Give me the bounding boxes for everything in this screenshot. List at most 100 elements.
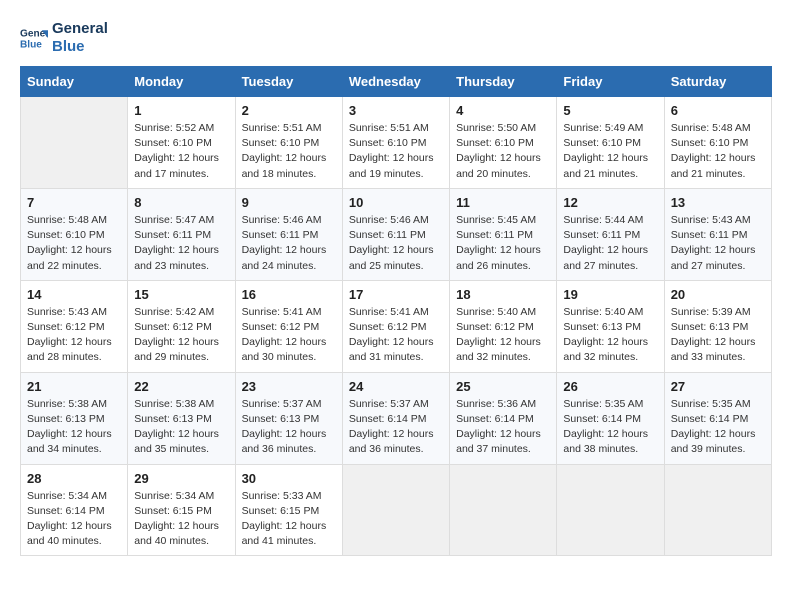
calendar-cell: 8Sunrise: 5:47 AM Sunset: 6:11 PM Daylig…	[128, 188, 235, 280]
day-number: 27	[671, 379, 765, 394]
calendar-cell: 7 Sunrise: 5:48 AM Sunset: 6:10 PM Daylig…	[21, 188, 128, 280]
day-number: 23	[242, 379, 336, 394]
svg-text:Blue: Blue	[20, 39, 42, 50]
calendar-week-row: 1Sunrise: 5:52 AM Sunset: 6:10 PM Daylig…	[21, 97, 772, 189]
day-info: Sunrise: 5:50 AM Sunset: 6:10 PM Dayligh…	[456, 121, 550, 182]
weekday-header-saturday: Saturday	[664, 67, 771, 97]
calendar-week-row: 21 Sunrise: 5:38 AM Sunset: 6:13 PM Dayli…	[21, 372, 772, 464]
calendar-cell: 21 Sunrise: 5:38 AM Sunset: 6:13 PM Dayli…	[21, 372, 128, 464]
calendar-cell: 30 Sunrise: 5:33 AM Sunset: 6:15 PM Dayli…	[235, 464, 342, 556]
day-number: 16	[242, 287, 336, 302]
day-info: Sunrise: 5:41 AM Sunset: 6:12 PM Dayligh…	[349, 305, 443, 366]
calendar-cell: 22Sunrise: 5:38 AM Sunset: 6:13 PM Dayli…	[128, 372, 235, 464]
day-number: 17	[349, 287, 443, 302]
day-info: Sunrise: 5:33 AM Sunset: 6:15 PM Dayligh…	[242, 489, 336, 550]
day-number: 25	[456, 379, 550, 394]
calendar-cell	[21, 97, 128, 189]
day-info: Sunrise: 5:51 AM Sunset: 6:10 PM Dayligh…	[349, 121, 443, 182]
calendar-cell	[342, 464, 449, 556]
day-info: Sunrise: 5:40 AM Sunset: 6:13 PM Dayligh…	[563, 305, 657, 366]
day-info: Sunrise: 5:46 AM Sunset: 6:11 PM Dayligh…	[349, 213, 443, 274]
day-number: 18	[456, 287, 550, 302]
day-info: Sunrise: 5:44 AM Sunset: 6:11 PM Dayligh…	[563, 213, 657, 274]
day-number: 28	[27, 471, 121, 486]
day-number: 30	[242, 471, 336, 486]
calendar-cell: 29 Sunrise: 5:34 AM Sunset: 6:15 PM Dayli…	[128, 464, 235, 556]
calendar-cell	[450, 464, 557, 556]
day-info: Sunrise: 5:35 AM Sunset: 6:14 PM Dayligh…	[563, 397, 657, 458]
calendar-cell: 6Sunrise: 5:48 AM Sunset: 6:10 PM Daylig…	[664, 97, 771, 189]
calendar-cell: 18 Sunrise: 5:40 AM Sunset: 6:12 PM Dayli…	[450, 280, 557, 372]
day-number: 9	[242, 195, 336, 210]
calendar-cell: 3Sunrise: 5:51 AM Sunset: 6:10 PM Daylig…	[342, 97, 449, 189]
calendar-cell: 9 Sunrise: 5:46 AM Sunset: 6:11 PM Daylig…	[235, 188, 342, 280]
day-number: 13	[671, 195, 765, 210]
calendar-cell: 13 Sunrise: 5:43 AM Sunset: 6:11 PM Dayli…	[664, 188, 771, 280]
day-info: Sunrise: 5:48 AM Sunset: 6:10 PM Dayligh…	[671, 121, 765, 182]
calendar-cell	[557, 464, 664, 556]
weekday-header-monday: Monday	[128, 67, 235, 97]
day-info: Sunrise: 5:34 AM Sunset: 6:15 PM Dayligh…	[134, 489, 228, 550]
calendar-cell: 5 Sunrise: 5:49 AM Sunset: 6:10 PM Daylig…	[557, 97, 664, 189]
day-info: Sunrise: 5:39 AM Sunset: 6:13 PM Dayligh…	[671, 305, 765, 366]
day-number: 2	[242, 103, 336, 118]
day-info: Sunrise: 5:49 AM Sunset: 6:10 PM Dayligh…	[563, 121, 657, 182]
day-info: Sunrise: 5:42 AM Sunset: 6:12 PM Dayligh…	[134, 305, 228, 366]
logo-text-line1: General	[52, 20, 108, 38]
calendar-cell: 14Sunrise: 5:43 AM Sunset: 6:12 PM Dayli…	[21, 280, 128, 372]
calendar-cell: 17 Sunrise: 5:41 AM Sunset: 6:12 PM Dayli…	[342, 280, 449, 372]
logo-text-line2: Blue	[52, 38, 108, 56]
calendar-cell: 26Sunrise: 5:35 AM Sunset: 6:14 PM Dayli…	[557, 372, 664, 464]
day-info: Sunrise: 5:41 AM Sunset: 6:12 PM Dayligh…	[242, 305, 336, 366]
calendar-cell: 12 Sunrise: 5:44 AM Sunset: 6:11 PM Dayli…	[557, 188, 664, 280]
weekday-header-wednesday: Wednesday	[342, 67, 449, 97]
day-number: 4	[456, 103, 550, 118]
day-number: 20	[671, 287, 765, 302]
day-info: Sunrise: 5:46 AM Sunset: 6:11 PM Dayligh…	[242, 213, 336, 274]
calendar-week-row: 28 Sunrise: 5:34 AM Sunset: 6:14 PM Dayli…	[21, 464, 772, 556]
day-number: 15	[134, 287, 228, 302]
day-number: 1	[134, 103, 228, 118]
calendar-cell: 15 Sunrise: 5:42 AM Sunset: 6:12 PM Dayli…	[128, 280, 235, 372]
day-info: Sunrise: 5:37 AM Sunset: 6:13 PM Dayligh…	[242, 397, 336, 458]
weekday-header-sunday: Sunday	[21, 67, 128, 97]
calendar-cell: 11 Sunrise: 5:45 AM Sunset: 6:11 PM Dayli…	[450, 188, 557, 280]
day-info: Sunrise: 5:45 AM Sunset: 6:11 PM Dayligh…	[456, 213, 550, 274]
day-info: Sunrise: 5:48 AM Sunset: 6:10 PM Dayligh…	[27, 213, 121, 274]
day-info: Sunrise: 5:35 AM Sunset: 6:14 PM Dayligh…	[671, 397, 765, 458]
calendar-cell: 16 Sunrise: 5:41 AM Sunset: 6:12 PM Dayli…	[235, 280, 342, 372]
day-info: Sunrise: 5:43 AM Sunset: 6:11 PM Dayligh…	[671, 213, 765, 274]
calendar-cell: 1Sunrise: 5:52 AM Sunset: 6:10 PM Daylig…	[128, 97, 235, 189]
calendar-cell: 4 Sunrise: 5:50 AM Sunset: 6:10 PM Daylig…	[450, 97, 557, 189]
calendar-table: SundayMondayTuesdayWednesdayThursdayFrid…	[20, 66, 772, 556]
day-info: Sunrise: 5:51 AM Sunset: 6:10 PM Dayligh…	[242, 121, 336, 182]
day-info: Sunrise: 5:38 AM Sunset: 6:13 PM Dayligh…	[134, 397, 228, 458]
weekday-header-thursday: Thursday	[450, 67, 557, 97]
calendar-week-row: 7 Sunrise: 5:48 AM Sunset: 6:10 PM Daylig…	[21, 188, 772, 280]
weekday-header-tuesday: Tuesday	[235, 67, 342, 97]
day-info: Sunrise: 5:40 AM Sunset: 6:12 PM Dayligh…	[456, 305, 550, 366]
day-number: 10	[349, 195, 443, 210]
day-info: Sunrise: 5:34 AM Sunset: 6:14 PM Dayligh…	[27, 489, 121, 550]
day-number: 7	[27, 195, 121, 210]
calendar-cell	[664, 464, 771, 556]
day-number: 12	[563, 195, 657, 210]
calendar-cell: 24Sunrise: 5:37 AM Sunset: 6:14 PM Dayli…	[342, 372, 449, 464]
calendar-cell: 25 Sunrise: 5:36 AM Sunset: 6:14 PM Dayli…	[450, 372, 557, 464]
day-info: Sunrise: 5:37 AM Sunset: 6:14 PM Dayligh…	[349, 397, 443, 458]
day-number: 21	[27, 379, 121, 394]
day-info: Sunrise: 5:36 AM Sunset: 6:14 PM Dayligh…	[456, 397, 550, 458]
calendar-cell: 23 Sunrise: 5:37 AM Sunset: 6:13 PM Dayli…	[235, 372, 342, 464]
weekday-header-friday: Friday	[557, 67, 664, 97]
svg-text:General: General	[20, 28, 48, 39]
calendar-week-row: 14Sunrise: 5:43 AM Sunset: 6:12 PM Dayli…	[21, 280, 772, 372]
calendar-body: 1Sunrise: 5:52 AM Sunset: 6:10 PM Daylig…	[21, 97, 772, 556]
weekday-header-row: SundayMondayTuesdayWednesdayThursdayFrid…	[21, 67, 772, 97]
day-number: 11	[456, 195, 550, 210]
day-info: Sunrise: 5:38 AM Sunset: 6:13 PM Dayligh…	[27, 397, 121, 458]
day-number: 14	[27, 287, 121, 302]
calendar-cell: 20 Sunrise: 5:39 AM Sunset: 6:13 PM Dayli…	[664, 280, 771, 372]
day-number: 29	[134, 471, 228, 486]
day-number: 5	[563, 103, 657, 118]
logo: General Blue General Blue	[20, 20, 108, 56]
